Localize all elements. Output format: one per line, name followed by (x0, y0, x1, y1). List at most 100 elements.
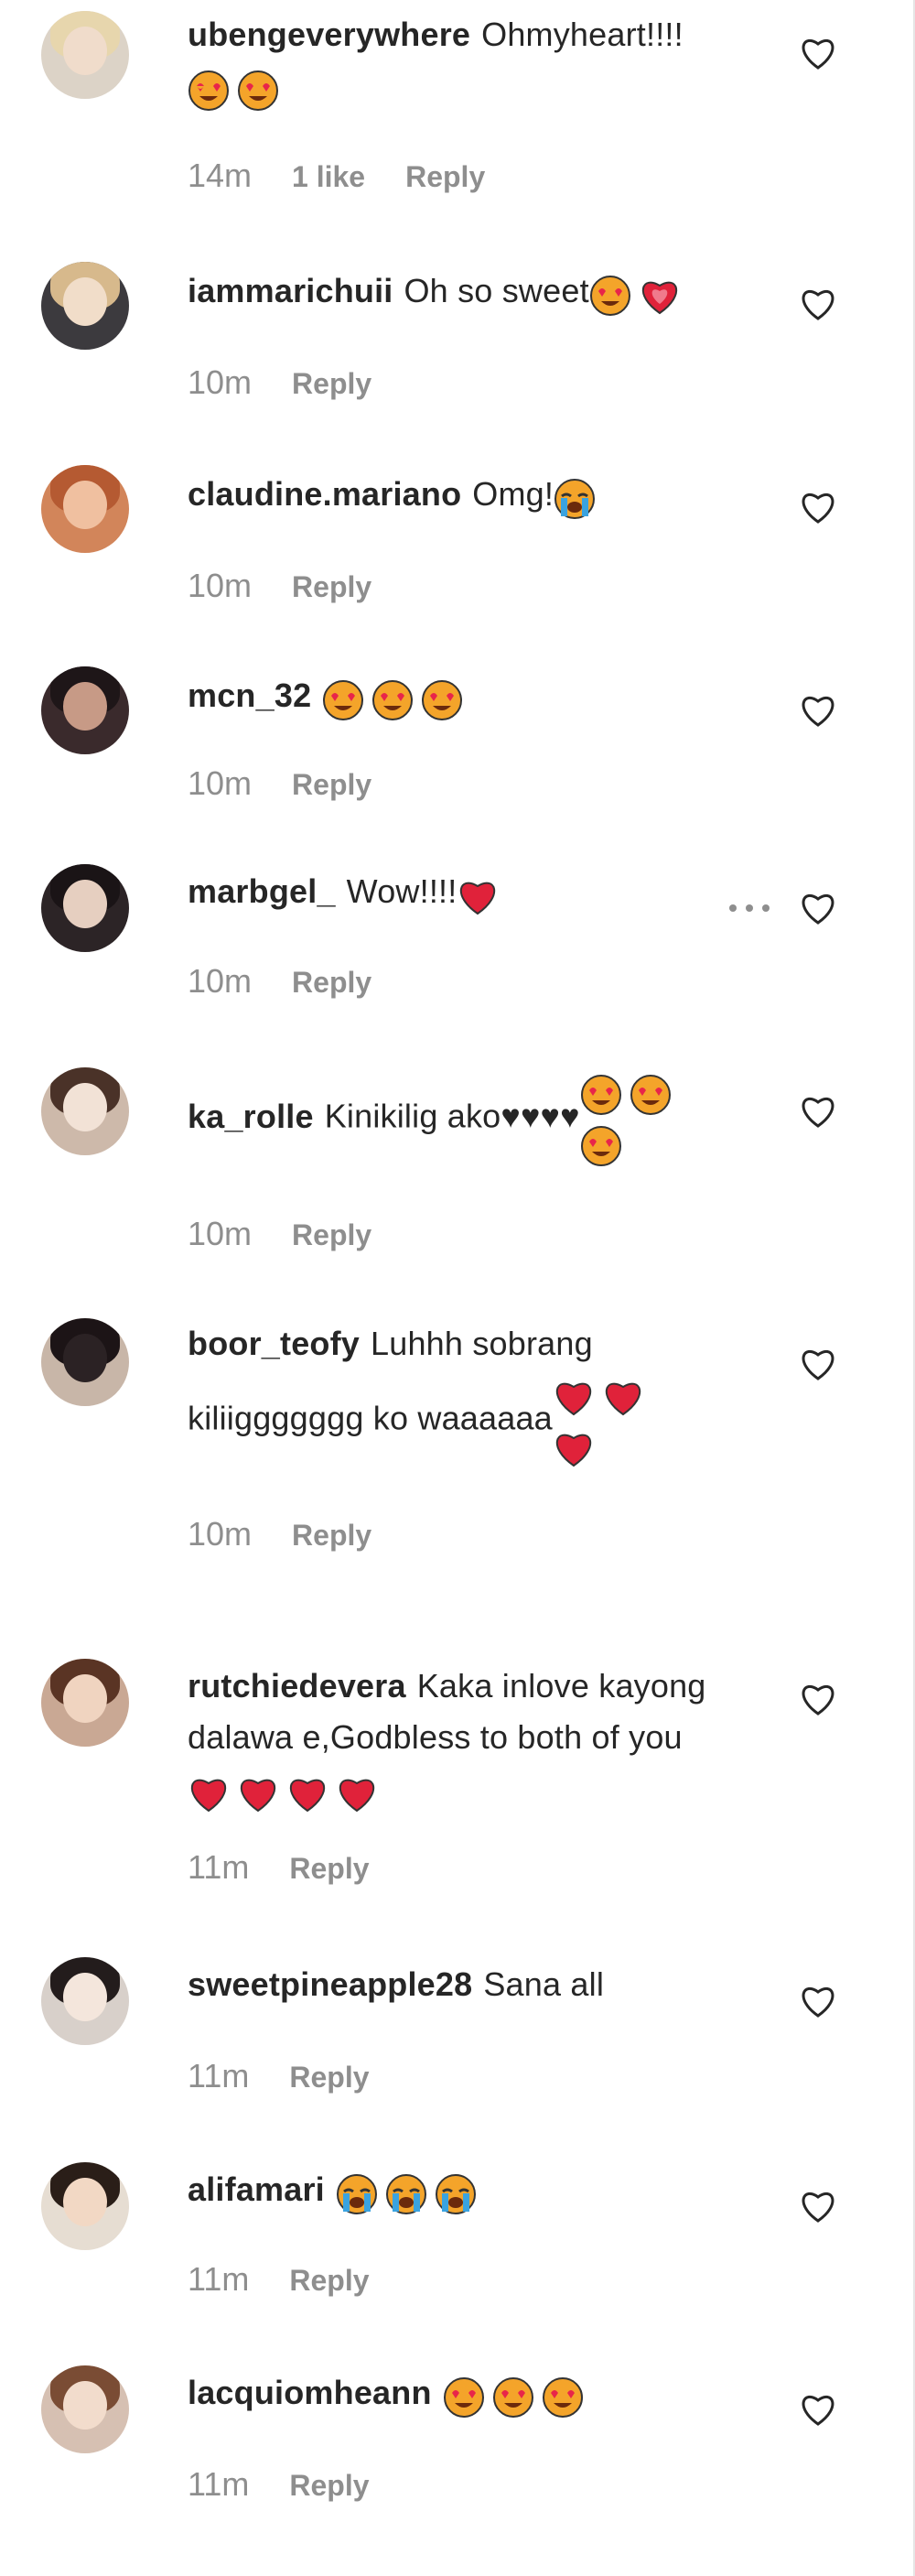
reply-button[interactable]: Reply (292, 1217, 371, 1253)
comment-meta: 11m Reply (188, 2261, 370, 2299)
comment-meta: 11m Reply (188, 2466, 370, 2504)
emoji-row (336, 2166, 484, 2217)
reply-button[interactable]: Reply (292, 766, 371, 803)
avatar[interactable] (41, 262, 129, 350)
comment-item: mcn_32 10m Reply (0, 626, 911, 822)
crying-emoji-icon (435, 2173, 476, 2214)
comment-timestamp: 10m (188, 1515, 253, 1553)
reply-button[interactable]: Reply (289, 1850, 369, 1887)
avatar[interactable] (41, 864, 129, 952)
avatar[interactable] (41, 1318, 129, 1406)
comment-text: Kinikilig ako♥♥♥♥ (324, 1097, 580, 1135)
comment-item: ubengeverywhere Ohmyheart!!!! 14m 1 like Re… (0, 0, 911, 220)
comment-meta: 10m Reply (188, 963, 371, 1001)
reply-button[interactable]: Reply (405, 158, 485, 195)
avatar[interactable] (41, 11, 129, 99)
red-heart-emoji-icon (605, 1383, 640, 1416)
more-options-icon[interactable] (727, 903, 771, 914)
reply-button[interactable]: Reply (292, 1517, 371, 1553)
comment-body: claudine.mariano Omg! (188, 469, 773, 522)
heart-eyes-emoji-icon (580, 1126, 621, 1167)
red-heart-emoji-icon (339, 1779, 374, 1813)
reply-button[interactable]: Reply (292, 365, 371, 402)
reply-button[interactable]: Reply (289, 2262, 369, 2299)
comment-body: sweetpineapple28 Sana all (188, 1959, 773, 2010)
heart-eyes-emoji-icon (323, 679, 364, 720)
comment-timestamp: 11m (188, 1848, 250, 1886)
comment-meta: 10m Reply (188, 1516, 371, 1553)
emoji-row (554, 471, 603, 522)
avatar[interactable] (41, 2162, 129, 2250)
likes-count-link[interactable]: 1 like (292, 158, 365, 195)
red-heart-emoji-icon (555, 1383, 591, 1416)
comment-meta: 10m Reply (188, 1216, 371, 1253)
comment-username[interactable]: marbgel_ (188, 872, 336, 910)
like-heart-icon[interactable] (798, 890, 838, 926)
reply-button[interactable]: Reply (289, 2059, 369, 2095)
like-heart-icon[interactable] (798, 2391, 838, 2428)
red-heart-emoji-icon (191, 1779, 226, 1813)
avatar[interactable] (41, 465, 129, 553)
comment-item: boor_teofy Luhhh sobrang kiliiggggggg ko … (0, 1280, 911, 1582)
comment-body: lacquiomheann (188, 2367, 773, 2420)
emoji-row (553, 1369, 651, 1472)
heart-eyes-emoji-icon (422, 679, 463, 720)
comment-item: iammarichuii Oh so sweet 10m Reply (0, 220, 911, 423)
comment-username[interactable]: ka_rolle (188, 1098, 314, 1135)
comment-username[interactable]: ubengeverywhere (188, 16, 470, 53)
heart-eyes-emoji-icon (443, 2376, 484, 2418)
comment-username[interactable]: mcn_32 (188, 676, 311, 714)
comment-text: Wow!!!! (346, 872, 458, 910)
comment-username[interactable]: boor_teofy (188, 1325, 360, 1362)
comment-username[interactable]: sweetpineapple28 (188, 1965, 472, 2003)
like-heart-icon[interactable] (798, 1093, 838, 1130)
comment-meta: 11m Reply (188, 2058, 370, 2095)
like-heart-icon[interactable] (798, 2188, 838, 2224)
heart-eyes-emoji-icon (580, 1075, 621, 1116)
reply-button[interactable]: Reply (292, 568, 371, 605)
avatar[interactable] (41, 1659, 129, 1747)
red-heart-emoji-icon (241, 1779, 275, 1813)
comment-timestamp: 10m (188, 962, 253, 1000)
avatar[interactable] (41, 2365, 129, 2453)
reply-button[interactable]: Reply (292, 964, 371, 1001)
comment-meta: 10m Reply (188, 765, 371, 803)
comment-item: rutchiedevera Kaka inlove kayong dalawa e… (0, 1582, 911, 1919)
avatar[interactable] (41, 1957, 129, 2045)
heart-eyes-emoji-icon (589, 275, 630, 316)
growing-heart-emoji-icon (641, 281, 677, 315)
comment-username[interactable]: rutchiedevera (188, 1667, 406, 1705)
comment-timestamp: 14m (188, 157, 253, 194)
heart-eyes-emoji-icon (188, 70, 229, 111)
avatar[interactable] (41, 1067, 129, 1155)
like-heart-icon[interactable] (798, 35, 838, 71)
crying-emoji-icon (336, 2173, 377, 2214)
reply-button[interactable]: Reply (289, 2467, 369, 2504)
comment-body: marbgel_ Wow!!!! (188, 866, 773, 919)
like-heart-icon[interactable] (798, 692, 838, 729)
like-heart-icon[interactable] (798, 1983, 838, 2019)
like-heart-icon[interactable] (798, 1681, 838, 1717)
comment-text: Oh so sweet (404, 272, 589, 309)
comment-item: claudine.mariano Omg! 10m Reply (0, 423, 911, 626)
like-heart-icon[interactable] (798, 489, 838, 525)
comment-username[interactable]: lacquiomheann (188, 2374, 432, 2411)
heart-eyes-emoji-icon (492, 2376, 533, 2418)
like-heart-icon[interactable] (798, 1346, 838, 1382)
comment-meta: 10m Reply (188, 364, 371, 402)
like-heart-icon[interactable] (798, 286, 838, 322)
comment-meta: 11m Reply (188, 1849, 370, 1887)
comment-timestamp: 11m (188, 2057, 250, 2094)
comment-username[interactable]: alifamari (188, 2170, 325, 2208)
comment-timestamp: 10m (188, 1215, 253, 1252)
comment-item: sweetpineapple28 Sana all 11m Reply (0, 1919, 911, 2120)
comment-username[interactable]: iammarichuii (188, 272, 393, 309)
comment-body: boor_teofy Luhhh sobrang kiliiggggggg ko … (188, 1318, 700, 1472)
comment-text: Sana all (483, 1965, 605, 2003)
heart-eyes-emoji-icon (630, 1075, 671, 1116)
emoji-row (188, 62, 286, 114)
emoji-row (188, 1765, 385, 1816)
avatar[interactable] (41, 666, 129, 754)
comment-username[interactable]: claudine.mariano (188, 475, 461, 513)
comment-body: mcn_32 (188, 670, 773, 723)
